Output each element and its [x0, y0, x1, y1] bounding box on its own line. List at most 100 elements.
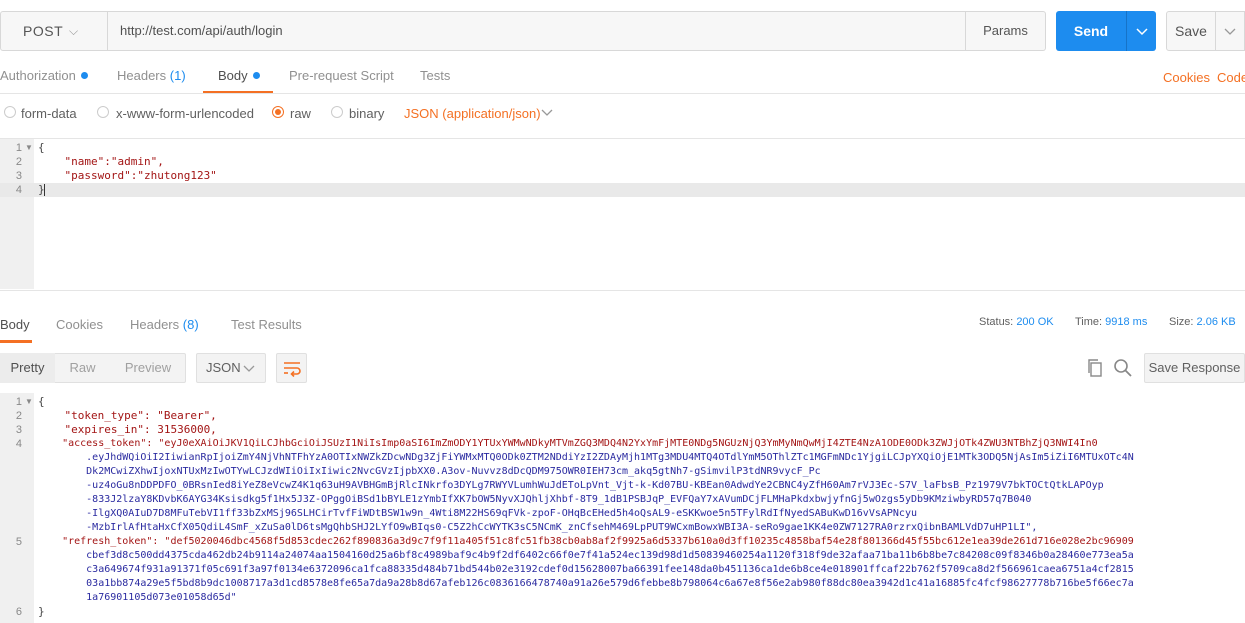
- tab-pre-request-script[interactable]: Pre-request Script: [289, 68, 394, 92]
- code-line: cbef3d8c500dd4375cda462db24b9114a24074aa…: [38, 550, 1134, 561]
- response-tab-headers[interactable]: Headers (8): [130, 317, 199, 332]
- status-label: Status:: [979, 316, 1014, 328]
- code-line: -IlgXQ0AIuD7D8MFuTebVI1ff33bZxMSj96SLHCi…: [38, 508, 917, 519]
- save-options-button[interactable]: [1215, 11, 1245, 51]
- tab-count: (8): [182, 317, 199, 332]
- code-line: -833J2lzaY8KDvbK6AYG34Ksisdkg5f1Hx5J3Z-O…: [38, 494, 1032, 505]
- line-number: 3: [15, 170, 22, 182]
- code-line: .eyJhdWQiOiI2IiwianRpIjoiZmY4NjVhNTFhYzA…: [38, 452, 1134, 463]
- code-link[interactable]: Code: [1217, 70, 1245, 85]
- save-response-button[interactable]: Save Response: [1144, 353, 1245, 383]
- status-value: 200 OK: [1016, 316, 1054, 328]
- line-number: 5: [15, 536, 22, 548]
- url-input[interactable]: http://test.com/api/auth/login: [108, 11, 966, 51]
- response-tab-cookies[interactable]: Cookies: [56, 317, 103, 332]
- response-body-viewer[interactable]: { "token_type": "Bearer", "expires_in": …: [34, 393, 1245, 623]
- active-line-highlight: [34, 183, 1245, 197]
- time-label: Time:: [1075, 316, 1103, 328]
- request-editor-gutter: 1 ▼ 2 3 4: [0, 139, 34, 289]
- save-button[interactable]: Save: [1166, 11, 1216, 51]
- chevron-down-icon: [243, 365, 255, 372]
- tab-label: Headers: [117, 68, 167, 83]
- size-meta: Size: 2.06 KB: [1169, 316, 1236, 328]
- code-line: "name":"admin",: [38, 155, 164, 168]
- view-preview-button[interactable]: Preview: [110, 353, 186, 383]
- radio-raw[interactable]: [272, 106, 284, 118]
- code-line: "password":"zhutong123": [38, 169, 217, 182]
- copy-button[interactable]: [1085, 358, 1105, 378]
- format-value: JSON: [206, 360, 241, 375]
- params-button[interactable]: Params: [966, 11, 1046, 51]
- code-line: "expires_in": 31536000,: [38, 423, 217, 436]
- chevron-down-icon: [1135, 28, 1148, 35]
- line-number: 3: [15, 424, 22, 436]
- line-number: 4: [15, 438, 22, 450]
- line-number: 2: [15, 410, 22, 422]
- view-pretty-button[interactable]: Pretty: [0, 353, 55, 383]
- chevron-down-icon: [1224, 28, 1236, 35]
- cookies-link[interactable]: Cookies: [1163, 70, 1210, 85]
- response-tab-test-results[interactable]: Test Results: [231, 317, 302, 332]
- wrap-lines-button[interactable]: [276, 353, 307, 383]
- send-options-button[interactable]: [1126, 11, 1156, 51]
- tab-count: (1): [169, 68, 186, 83]
- chevron-down-icon[interactable]: [541, 106, 553, 120]
- size-label: Size:: [1169, 316, 1194, 328]
- code-line: {: [38, 141, 45, 154]
- radio-label: binary: [349, 106, 385, 121]
- line-number: 1: [15, 396, 22, 408]
- copy-icon: [1088, 359, 1102, 377]
- code-line: 1a76901105d073e01058d65d": [38, 592, 237, 603]
- tab-authorization[interactable]: Authorization: [0, 68, 88, 92]
- raw-format-select[interactable]: JSON (application/json): [404, 106, 541, 121]
- divider: [0, 93, 1245, 94]
- code-line: 03a1bb874a29e5f5bd8b9dc1008717a3d1cd8578…: [38, 578, 1134, 589]
- method-select[interactable]: POST ⌵: [0, 11, 108, 51]
- fold-arrow-icon[interactable]: ▼: [25, 395, 33, 409]
- tab-label: Authorization: [0, 68, 76, 83]
- code-line: "access_token": "eyJ0eXAiOiJKV1QiLCJhbGc…: [38, 438, 1098, 449]
- tab-headers[interactable]: Headers (1): [117, 68, 186, 92]
- modified-dot: [80, 72, 88, 79]
- tab-tests[interactable]: Tests: [420, 68, 450, 92]
- line-number: 4: [0, 183, 34, 197]
- method-value: POST: [23, 23, 64, 39]
- code-line: c3a649674f931a91371f05c691f3a97f0134e637…: [38, 564, 1134, 575]
- tab-label: Headers: [130, 317, 180, 332]
- search-icon: [1114, 359, 1132, 377]
- request-body-editor[interactable]: { "name":"admin", "password":"zhutong123…: [34, 139, 1245, 289]
- code-line: "token_type": "Bearer",: [38, 409, 217, 422]
- line-number: 6: [15, 606, 22, 618]
- code-line: -MzbIrlAfHtaHxCfX05QdiL4SmF_xZuSa0lD6tsM…: [38, 522, 1038, 533]
- radio-x-www-form-urlencoded[interactable]: [97, 106, 109, 118]
- time-value: 9918 ms: [1105, 316, 1148, 328]
- response-editor-gutter: 1 ▼ 2 3 4 5 6: [0, 393, 34, 623]
- search-button[interactable]: [1113, 358, 1133, 378]
- text-cursor: [44, 184, 45, 196]
- response-tab-body[interactable]: Body: [0, 317, 30, 332]
- line-number: 2: [15, 156, 22, 168]
- radio-label: raw: [290, 106, 311, 121]
- send-button[interactable]: Send: [1056, 11, 1126, 51]
- active-tab-indicator: [0, 340, 32, 343]
- divider: [0, 290, 1245, 291]
- tab-label: Body: [218, 68, 248, 83]
- wrap-lines-icon: [284, 362, 301, 377]
- time-meta: Time: 9918 ms: [1075, 316, 1147, 328]
- size-value: 2.06 KB: [1196, 316, 1236, 328]
- chevron-down-icon: ⌵: [69, 24, 79, 38]
- code-line: {: [38, 395, 45, 408]
- response-format-select[interactable]: JSON: [196, 353, 266, 383]
- view-raw-button[interactable]: Raw: [55, 353, 110, 383]
- radio-label: x-www-form-urlencoded: [116, 106, 254, 121]
- code-line: Dk2MCwiZXhwIjoxNTUxMzIwOTYwLCJzdWIiOiIxI…: [38, 466, 821, 477]
- radio-label: form-data: [21, 106, 77, 121]
- code-line: -uz4oGu8nDDPDFO_0BRsnIed8iYeZ8eVcwZ4K1q6…: [38, 480, 1104, 491]
- radio-binary[interactable]: [331, 106, 343, 118]
- status-meta: Status: 200 OK: [979, 316, 1054, 328]
- code-line: "refresh_token": "def5020046dbc4568f5d85…: [38, 536, 1134, 547]
- tab-body[interactable]: Body: [218, 68, 260, 92]
- radio-form-data[interactable]: [4, 106, 16, 118]
- fold-arrow-icon[interactable]: ▼: [25, 141, 33, 155]
- line-number: 1: [15, 142, 22, 154]
